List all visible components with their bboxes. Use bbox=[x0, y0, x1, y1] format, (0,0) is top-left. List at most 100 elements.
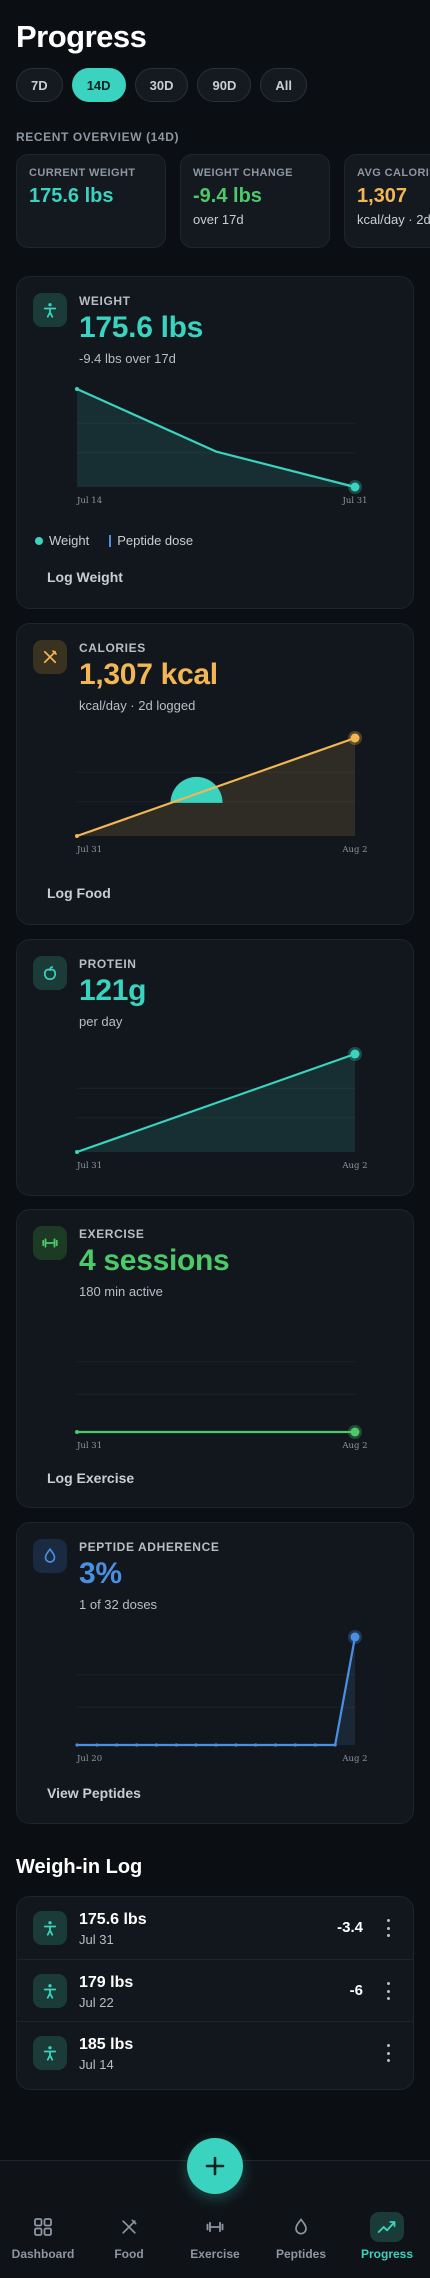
data-point bbox=[115, 1743, 119, 1747]
data-point bbox=[194, 1743, 198, 1747]
data-point bbox=[75, 387, 79, 391]
x-tick-label: Jul 31 bbox=[76, 845, 102, 855]
data-point bbox=[313, 1743, 317, 1747]
add-button[interactable] bbox=[187, 2138, 243, 2194]
overview-card-avg-calories: AVG CALORIES 1,307 kcal/day · 2d bbox=[344, 154, 430, 248]
x-tick-label: Aug 2 bbox=[341, 1441, 367, 1451]
apple-icon bbox=[33, 956, 67, 990]
tab-label: Food bbox=[114, 2247, 144, 2261]
exercise-value: 4 sessions bbox=[79, 1244, 230, 1277]
legend-weight-dot bbox=[35, 536, 43, 545]
view-peptides-button[interactable]: View Peptides bbox=[47, 1785, 141, 1801]
tab-peptides[interactable]: Peptides bbox=[258, 2213, 344, 2261]
log-entry-date: Jul 31 bbox=[79, 1932, 114, 1947]
utensils-icon bbox=[86, 2213, 172, 2241]
calories-chart: Jul 31 Aug 2 bbox=[75, 731, 368, 855]
data-point bbox=[350, 482, 360, 492]
overview-card-sub: over 17d bbox=[193, 212, 244, 227]
log-entry[interactable]: 175.6 lbs Jul 31 -3.4 bbox=[17, 1897, 413, 1959]
exercise-sub: 180 min active bbox=[79, 1284, 163, 1299]
tab-food[interactable]: Food bbox=[86, 2213, 172, 2261]
more-options-icon[interactable] bbox=[385, 2044, 391, 2062]
x-tick-label: Aug 2 bbox=[341, 1161, 367, 1171]
tab-exercise[interactable]: Exercise bbox=[172, 2213, 258, 2261]
plus-icon bbox=[205, 2156, 225, 2176]
range-all[interactable]: All bbox=[260, 68, 307, 102]
dumbbell-icon bbox=[33, 1226, 67, 1260]
protein-sub: per day bbox=[79, 1014, 123, 1029]
data-point bbox=[75, 1743, 79, 1747]
data-point bbox=[293, 1743, 298, 1747]
log-entry-change: -6 bbox=[349, 1982, 363, 1999]
log-exercise-button[interactable]: Log Exercise bbox=[47, 1470, 134, 1486]
x-tick-label: Aug 2 bbox=[341, 845, 367, 855]
overview-card-weight-change: WEIGHT CHANGE -9.4 lbs over 17d bbox=[180, 154, 330, 248]
legend-peptide-label: Peptide dose bbox=[117, 533, 194, 548]
utensils-icon bbox=[33, 640, 67, 674]
x-tick-label: Jul 31 bbox=[76, 1441, 102, 1451]
overview-card-label: WEIGHT CHANGE bbox=[193, 167, 293, 179]
data-point bbox=[273, 1743, 278, 1747]
trend-icon bbox=[344, 2212, 430, 2242]
calories-card: CALORIES 1,307 kcal kcal/day · 2d logged… bbox=[16, 623, 414, 925]
data-point bbox=[333, 1743, 337, 1747]
protein-card: PROTEIN 121g per day Jul 31 Aug 2 bbox=[16, 939, 414, 1196]
overview-card-label: AVG CALORIES bbox=[357, 167, 430, 179]
range-selector: 7D 14D 30D 90D All bbox=[16, 68, 414, 102]
range-90d[interactable]: 90D bbox=[197, 68, 252, 102]
person-icon bbox=[33, 1911, 67, 1945]
range-30d[interactable]: 30D bbox=[134, 68, 189, 102]
data-point bbox=[75, 834, 79, 838]
droplet-icon bbox=[33, 1539, 67, 1573]
log-weight-button[interactable]: Log Weight bbox=[47, 569, 123, 585]
peptide-card: PEPTIDE ADHERENCE 3% 1 of 32 doses Jul 2… bbox=[16, 1522, 414, 1824]
x-tick-label: Jul 31 bbox=[76, 1161, 102, 1171]
tab-label: Dashboard bbox=[11, 2247, 75, 2261]
weight-card: WEIGHT 175.6 lbs -9.4 lbs over 17d Jul 1… bbox=[16, 276, 414, 609]
overview-carousel[interactable]: CURRENT WEIGHT 175.6 lbs WEIGHT CHANGE -… bbox=[16, 154, 430, 250]
tab-label: Peptides bbox=[275, 2247, 326, 2261]
page-title: Progress bbox=[16, 19, 147, 54]
weigh-in-log-title: Weigh-in Log bbox=[16, 1856, 143, 1878]
log-entry-date: Jul 22 bbox=[79, 1995, 114, 2010]
chart-area bbox=[77, 389, 355, 487]
log-entry-weight: 185 lbs bbox=[79, 2036, 134, 2053]
x-tick-label: Jul 20 bbox=[76, 1754, 102, 1764]
overview-card-value: 1,307 bbox=[357, 185, 408, 207]
data-point bbox=[350, 1427, 360, 1437]
log-entry-change: -3.4 bbox=[337, 1919, 363, 1936]
more-options-icon[interactable] bbox=[385, 1919, 391, 1937]
data-point bbox=[254, 1743, 258, 1747]
x-tick-label: Aug 2 bbox=[341, 1754, 367, 1764]
data-point bbox=[234, 1743, 238, 1747]
weight-legend: Weight Peptide dose bbox=[35, 533, 193, 548]
overview-card-value: 175.6 lbs bbox=[29, 185, 114, 207]
log-entry-weight: 175.6 lbs bbox=[79, 1911, 147, 1928]
tab-progress[interactable]: Progress bbox=[344, 2212, 430, 2261]
overview-card-current-weight: CURRENT WEIGHT 175.6 lbs bbox=[16, 154, 166, 248]
person-icon bbox=[33, 293, 67, 327]
weight-sub: -9.4 lbs over 17d bbox=[79, 351, 176, 366]
data-point bbox=[174, 1743, 178, 1747]
range-14d[interactable]: 14D bbox=[71, 68, 126, 102]
data-point bbox=[350, 1049, 360, 1059]
tab-label: Progress bbox=[360, 2247, 414, 2261]
log-entry[interactable]: 185 lbs Jul 14 bbox=[17, 2021, 413, 2083]
protein-value: 121g bbox=[79, 974, 147, 1007]
legend-weight-label: Weight bbox=[49, 533, 90, 548]
log-entry[interactable]: 179 lbs Jul 22 -6 bbox=[17, 1959, 413, 2021]
peptide-dose-marker bbox=[170, 776, 223, 803]
log-food-button[interactable]: Log Food bbox=[47, 885, 111, 901]
exercise-chart: Jul 31 Aug 2 bbox=[75, 1361, 368, 1451]
peptide-sub: 1 of 32 doses bbox=[79, 1597, 158, 1612]
legend-peptide-bar bbox=[109, 534, 112, 547]
tab-dashboard[interactable]: Dashboard bbox=[0, 2213, 86, 2261]
more-options-icon[interactable] bbox=[385, 1982, 391, 2000]
overview-label: RECENT OVERVIEW (14D) bbox=[16, 130, 180, 144]
data-point bbox=[214, 1743, 218, 1747]
protein-chart: Jul 31 Aug 2 bbox=[75, 1047, 368, 1171]
range-7d[interactable]: 7D bbox=[16, 68, 63, 102]
chart-area bbox=[77, 1637, 355, 1745]
log-entry-date: Jul 14 bbox=[79, 2057, 114, 2072]
data-point bbox=[75, 1150, 79, 1154]
